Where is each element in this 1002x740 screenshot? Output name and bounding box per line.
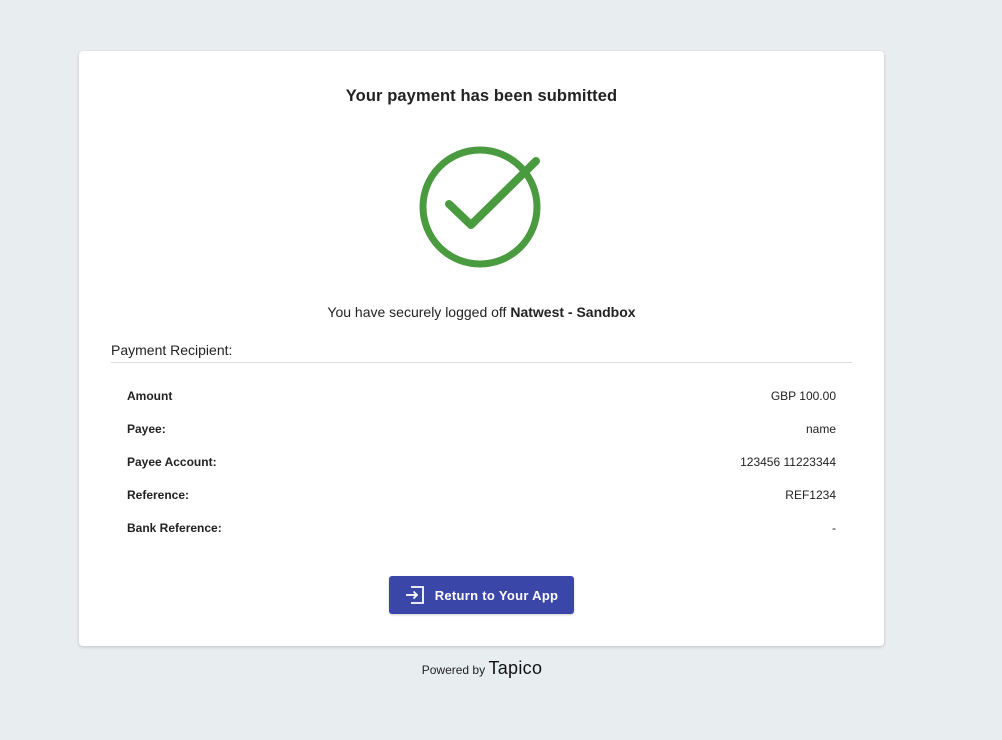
return-to-app-button[interactable]: Return to Your App — [389, 576, 574, 614]
exit-icon — [405, 586, 425, 604]
success-check-icon — [417, 144, 543, 270]
powered-by-footer: Powered by Tapico — [0, 658, 964, 679]
detail-key: Bank Reference: — [127, 520, 222, 535]
detail-row-reference: Reference: REF1234 — [127, 478, 836, 511]
tapico-logo[interactable]: Tapico — [488, 658, 542, 678]
detail-value: 123456 11223344 — [740, 454, 836, 469]
bank-name: Natwest - Sandbox — [510, 304, 636, 320]
detail-value: REF1234 — [785, 487, 836, 502]
payment-details: Amount GBP 100.00 Payee: name Payee Acco… — [127, 379, 836, 544]
return-button-label: Return to Your App — [434, 587, 559, 603]
logoff-prefix: You have securely logged off — [327, 304, 511, 320]
powered-by-text: Powered by — [421, 663, 486, 677]
payment-recipient-label: Payment Recipient: — [111, 342, 233, 358]
detail-key: Payee Account: — [127, 454, 217, 469]
detail-row-amount: Amount GBP 100.00 — [127, 379, 836, 412]
page-title: Your payment has been submitted — [345, 87, 618, 105]
detail-key: Reference: — [127, 487, 190, 502]
logoff-message: You have securely logged off Natwest - S… — [79, 304, 884, 320]
detail-row-payee: Payee: name — [127, 412, 836, 445]
detail-value: - — [832, 520, 836, 535]
detail-row-payee-account: Payee Account: 123456 11223344 — [127, 445, 836, 478]
detail-row-bank-reference: Bank Reference: - — [127, 511, 836, 544]
detail-key: Amount — [127, 388, 173, 403]
payment-confirmation-card: Your payment has been submitted You have… — [79, 51, 884, 646]
detail-value: GBP 100.00 — [770, 388, 836, 403]
detail-value: name — [805, 421, 836, 436]
detail-key: Payee: — [127, 421, 166, 436]
divider — [111, 362, 852, 363]
